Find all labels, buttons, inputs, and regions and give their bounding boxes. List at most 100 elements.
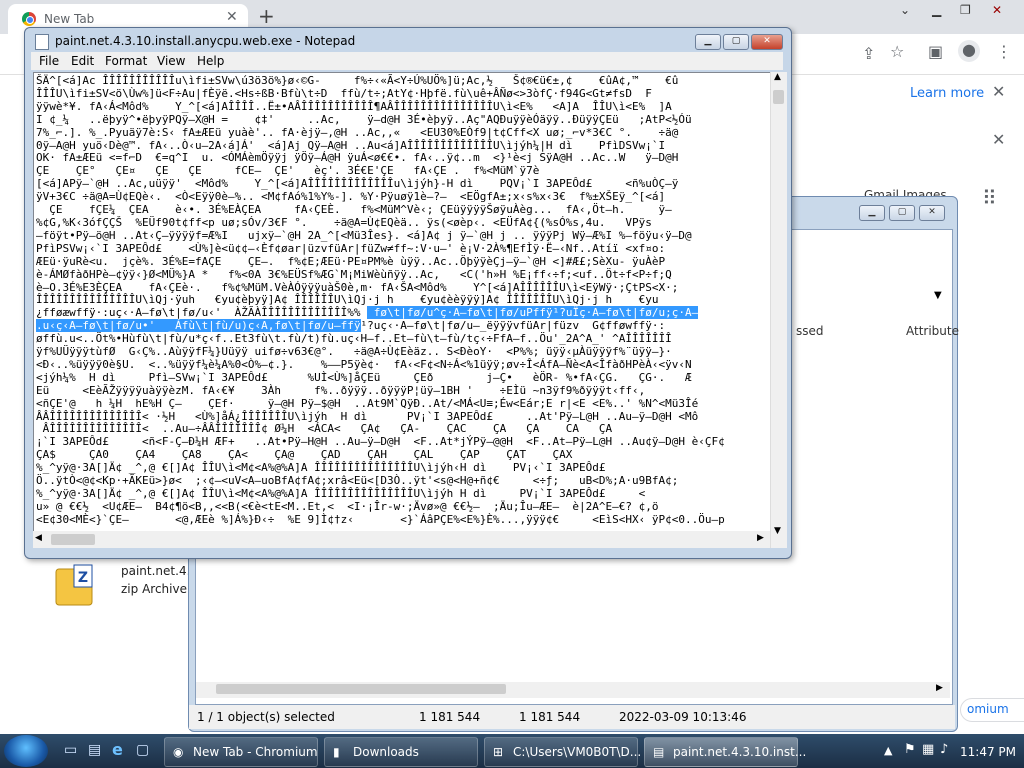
hscroll-thumb[interactable]: [51, 534, 95, 545]
notepad-horizontal-scrollbar[interactable]: ◀ ▶: [33, 531, 770, 548]
fm-maximize-button[interactable]: ▢: [889, 205, 915, 221]
vscroll-thumb[interactable]: [773, 90, 784, 104]
chromium-link-text[interactable]: omium: [967, 702, 1009, 716]
np-close-button[interactable]: ✕: [751, 34, 783, 50]
selected-text-part2: .u‹ç‹A–fø\t|fø/u•' _Áfù\t|fù/u)ç‹A,fø\t|…: [36, 319, 361, 333]
menu-view[interactable]: View: [157, 54, 185, 68]
text-line: u» @ €€½ <U¢ÆE– B4¢¶ö<B,,<<B(<€è<tE<M..E…: [36, 499, 659, 513]
tray-network-icon[interactable]: ▦: [922, 742, 934, 757]
chrome-window-controls: ⌄ ▁ ❐ ✕: [896, 0, 1024, 24]
text-line: <Ð‹..%üÿÿÿ0è§U. <..%üÿÿf¼è¼A%0<Ò%–¢.}. %…: [36, 357, 692, 371]
text-line: %_^yÿ@·3A[]Ä¢ _^,@ €[]A¢ ÎÎU\ì<M¢<A%@%A]…: [36, 461, 606, 475]
chromium-link-chip[interactable]: omium: [960, 698, 1024, 722]
text-line: ÿV+3€C ÷ä@A=Ù¢EQè‹. <Ò<Eÿÿ0è–%.. <M¢fAó%…: [36, 190, 666, 204]
tray-flag-icon[interactable]: ⚑: [904, 742, 916, 757]
text-line: OK· fA±ÆEü <=f⌐D €=q^I u. <ÓMÁèmÖÿÿj ÿÖÿ…: [36, 151, 679, 165]
np-maximize-button[interactable]: ▢: [723, 34, 749, 50]
text-line: 7%_⌐.]. %_.Pyuäÿ7è:S‹ fA±ÆEü yuàè'.. fA·…: [36, 125, 679, 139]
text-line: ÇA$ ÇA0 ÇA4 ÇA8 ÇA< ÇA@ ÇAD ÇAH ÇAL ÇAP …: [36, 448, 573, 462]
taskbar-downloads[interactable]: ▮ Downloads: [324, 737, 478, 767]
menu-help[interactable]: Help: [197, 54, 224, 68]
star-icon[interactable]: ☆: [890, 42, 904, 61]
fm-minimize-button[interactable]: ▁: [859, 205, 885, 221]
dismiss-banner-2-icon[interactable]: ✕: [992, 130, 1005, 149]
zip-archive-icon[interactable]: Z: [50, 563, 98, 607]
taskbar-7zip[interactable]: ⊞ C:\Users\VM0B0T\D...: [484, 737, 642, 767]
menu-kebab-icon[interactable]: ⋮: [996, 42, 1012, 61]
media-player-icon[interactable]: ▤: [88, 742, 101, 758]
apps-grid-icon[interactable]: ⠿: [982, 186, 997, 210]
text-line: ÎÎÎÎÎÎÎÎÎÎÎÎÎÎÎU\ìQj·ÿuh €yu¢èþyÿ]A¢ ÎÎÎ…: [36, 293, 659, 307]
taskbar: ▭ ▤ e ▢ ◉ New Tab - Chromium ▮ Downloads ⊞…: [0, 734, 1024, 768]
fm-horizontal-scrollbar[interactable]: ▶: [196, 682, 950, 698]
minimize-icon[interactable]: ▁: [932, 3, 941, 17]
text-line: ÿf%UÜÿÿÿtùfØ G‹Ç%..AùÿÿfF¼}Uüÿÿ uifø÷v63…: [36, 345, 672, 359]
close-icon[interactable]: ✕: [992, 3, 1002, 17]
scroll-right-icon[interactable]: ▶: [936, 683, 943, 693]
new-tab-button[interactable]: +: [258, 4, 275, 28]
menu-edit[interactable]: Edit: [71, 54, 94, 68]
taskbar-label: New Tab - Chromium: [193, 745, 318, 759]
text-line: ÎÎÎU\ìfi±SV<ö\Ùw%]ü<F÷Au|fÈÿë.<Hs÷ßB·Bfù…: [36, 86, 652, 100]
status-selected: 1 / 1 object(s) selected: [197, 710, 335, 724]
learn-more-link[interactable]: Learn more: [910, 86, 984, 101]
text-lines-after: øffù.u<..Öt%•Hùfù\t|fù/u*ç‹f..Et3fù\t.fù…: [36, 332, 725, 526]
chevron-down-icon[interactable]: ⌄: [900, 3, 910, 17]
profile-icon[interactable]: ●: [958, 40, 980, 62]
text-line: <E¢30<MÈ<}`ÇE– <@,ÆEè %]Á%}Ð‹÷ %E 9]Ì¢†z…: [36, 512, 725, 526]
text-line: øffù.u<..Öt%•Hùfù\t|fù/u*ç‹f..Et3fù\t.fù…: [36, 332, 672, 346]
text-line: %¢G,%K‹3ófÇÇŠ %EÜf90t¢ff<p uø;sÓv/3€F °.…: [36, 215, 652, 229]
text-line: %_^yÿ@·3A[]Ä¢ _^,@ €[]A¢ ÎÎU\ì<M¢<A%@%A]…: [36, 487, 646, 500]
np-minimize-button[interactable]: ▁: [695, 34, 721, 50]
notepad-text-area[interactable]: ŠÄ^[<á]Ac ÎÎÎÎÎÎÎÎÎÎÎu\ìfi±SVw\ú3ö3ö%}ø‹…: [33, 72, 771, 532]
start-button[interactable]: [4, 735, 48, 767]
notepad-taskbar-icon: ▤: [653, 745, 665, 759]
taskbar-notepad[interactable]: ▤ paint.net.4.3.10.inst...: [644, 737, 806, 767]
scroll-right-icon[interactable]: ▶: [757, 533, 764, 543]
notepad-title: paint.net.4.3.10.install.anycpu.web.exe …: [55, 34, 356, 48]
text-line: PfìPSVw¡‹`I 3APEÔd£ <Ù%]è<ü¢¢–‹Èf¢øar|üz…: [36, 241, 666, 255]
svg-text:Z: Z: [78, 570, 88, 586]
text-line: 0ÿ–A@H yuö‹Dè@™. fA‹..Ò‹u–2A‹á]Á' <á]Aj …: [36, 138, 666, 152]
notepad-window: paint.net.4.3.10.install.anycpu.web.exe …: [24, 27, 792, 559]
text-line-mixed-pre: ¿fføæwffÿ·:uç‹·A–fø\t|fø/u‹' ÀŽÃÀÎÎÎÎÎÎÎ…: [36, 306, 368, 320]
zip-file-name[interactable]: paint.net.4.3: [121, 564, 198, 578]
dismiss-banner-icon[interactable]: ✕: [992, 82, 1005, 101]
text-line: ÿÿwè*¥. fA‹Á<Môd% Y_^[<á]AÎÎÎÎ..Ë±•AÂÎÎÎ…: [36, 99, 672, 113]
show-desktop-icon[interactable]: ▭: [64, 742, 77, 758]
column-header-attribute[interactable]: Attribute: [906, 324, 959, 338]
restore-icon[interactable]: ❐: [960, 3, 971, 17]
sidepanel-icon[interactable]: ▣: [928, 42, 943, 61]
scroll-down-icon[interactable]: ▼: [774, 526, 781, 536]
text-line: ÆEü·ÿuRè<u. jçè%. 3É%E=fAÇE ÇE–. f%¢E;ÆE…: [36, 254, 666, 268]
share-icon[interactable]: ⇪: [862, 44, 875, 63]
text-line: I ¢_¼ ..ëþyÿ^•ëþyÿPQÿ–X@H = ¢‡' ..Ac, ÿ–…: [36, 112, 692, 126]
tray-up-icon[interactable]: ▲: [884, 744, 892, 757]
taskbar-chromium[interactable]: ◉ New Tab - Chromium: [164, 737, 318, 767]
menu-format[interactable]: Format: [105, 54, 147, 68]
quicklaunch-window-icon[interactable]: ▢: [136, 742, 149, 758]
text-lines-before: ŠÄ^[<á]Ac ÎÎÎÎÎÎÎÎÎÎÎu\ìfi±SVw\ú3ö3ö%}ø‹…: [36, 74, 692, 306]
chrome-tab-title: New Tab: [44, 12, 95, 26]
scroll-up-icon[interactable]: ▲: [774, 72, 781, 82]
text-line: ÂÂÎÎÎÎÎÎÎÎÎÎÎÎÎÎ< ·½H <Ù%]åÁ¿ÎÎÎÎÎÎÎU\ìj…: [36, 409, 699, 423]
folder-icon: ▮: [333, 745, 340, 759]
column-header-packed[interactable]: ssed: [796, 324, 824, 338]
tray-volume-icon[interactable]: ♪: [940, 742, 948, 757]
dropdown-chevron-icon[interactable]: ▼: [934, 290, 942, 301]
fm-close-button[interactable]: ✕: [919, 205, 945, 221]
scroll-left-icon[interactable]: ◀: [35, 533, 42, 543]
menu-file[interactable]: File: [39, 54, 59, 68]
text-line: ¡`I 3APEÔd£ <ñ<F-Ç–Ð¼H ÆF+ ..At•Pÿ–H@H .…: [36, 435, 725, 449]
notepad-vertical-scrollbar[interactable]: ▲ ▼: [770, 72, 787, 548]
status-date: 2022-03-09 10:13:46: [619, 710, 747, 724]
internet-explorer-icon[interactable]: e: [112, 740, 123, 759]
taskbar-label: C:\Users\VM0B0T\D...: [513, 745, 642, 759]
text-line: ŠÄ^[<á]Ac ÎÎÎÎÎÎÎÎÎÎÎu\ìfi±SVw\ú3ö3ö%}ø‹…: [36, 74, 679, 87]
text-line: <jýh¼% H dì Pfì–SVw¡`I 3APEÔd£ %UÌ<Ù%]åÇ…: [36, 370, 692, 384]
clock[interactable]: 11:47 PM: [960, 745, 1016, 759]
fm-scroll-thumb[interactable]: [216, 684, 506, 694]
tab-close-icon[interactable]: ✕: [226, 9, 238, 25]
chromium-favicon-icon: [22, 12, 36, 26]
notepad-icon: [35, 34, 49, 50]
